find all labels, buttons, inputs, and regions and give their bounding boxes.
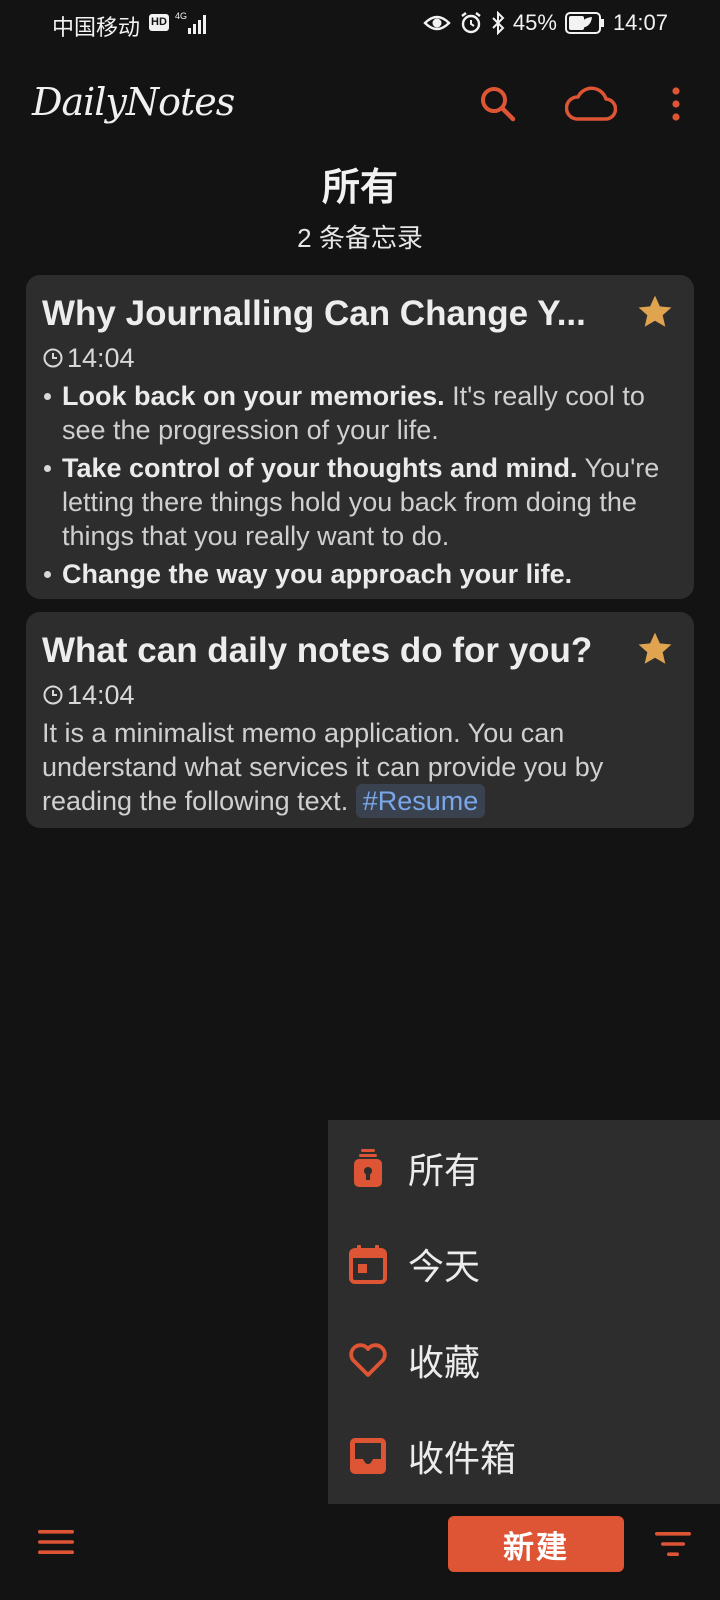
note-card[interactable]: Why Journalling Can Change Y... 14:04 Lo… [26, 275, 694, 599]
note-time: 14:04 [67, 680, 135, 710]
cloud-sync-button[interactable] [564, 80, 618, 128]
list-header: 所有 2 条备忘录 [0, 160, 720, 258]
lightbulb-icon [348, 1148, 388, 1188]
eye-icon [423, 13, 451, 33]
bluetooth-icon [491, 11, 505, 35]
hamburger-icon [38, 1530, 74, 1554]
status-bar: 中国移动 HD 4G 45% 14:07 [0, 0, 720, 48]
note-title: What can daily notes do for you? [42, 631, 593, 670]
menu-item-label: 收件箱 [408, 1438, 517, 1479]
new-note-button[interactable]: 新建 [448, 1516, 624, 1572]
list-item: Take control of your thoughts and mind. … [42, 451, 678, 553]
menu-item-all[interactable]: 所有 [328, 1120, 720, 1216]
note-body: It is a minimalist memo application. You… [42, 718, 604, 818]
tag-chip[interactable]: #Resume [355, 784, 486, 818]
menu-item-label: 收藏 [408, 1342, 481, 1383]
clock-time: 14:07 [612, 10, 668, 35]
battery-icon [564, 12, 605, 34]
filter-button[interactable] [654, 1530, 692, 1563]
page-title: 所有 [321, 167, 398, 209]
network-type: 4G [175, 11, 187, 21]
app-bar: DailyNotes [0, 70, 720, 140]
menu-item-inbox[interactable]: 收件箱 [328, 1408, 720, 1504]
cloud-icon [565, 86, 617, 121]
list-item: Change the way you approach your life. [42, 557, 678, 591]
alarm-icon [459, 11, 483, 35]
search-icon [481, 87, 516, 122]
menu-item-label: 所有 [408, 1150, 481, 1191]
heart-icon [348, 1340, 388, 1380]
note-bullets: Look back on your memories. It's really … [42, 379, 678, 591]
search-button[interactable] [474, 80, 522, 128]
signal-icon: 4G [175, 10, 215, 41]
clock-icon [43, 348, 63, 368]
menu-item-today[interactable]: 今天 [328, 1216, 720, 1312]
hamburger-menu-button[interactable] [36, 1528, 76, 1561]
note-time: 14:04 [67, 343, 135, 373]
battery-percent: 45% [512, 10, 557, 35]
hd-badge: HD [149, 14, 169, 31]
note-card[interactable]: What can daily notes do for you? 14:04 I… [26, 612, 694, 828]
more-options-button[interactable] [656, 80, 696, 128]
menu-item-favorites[interactable]: 收藏 [328, 1312, 720, 1408]
carrier-label: 中国移动 [52, 15, 141, 40]
star-icon[interactable] [636, 631, 674, 672]
calendar-icon [348, 1244, 388, 1284]
star-icon[interactable] [636, 294, 674, 335]
app-logo: DailyNotes [32, 80, 235, 124]
inbox-icon [348, 1436, 388, 1476]
more-vert-icon [672, 87, 680, 121]
clock-icon [43, 685, 63, 705]
filter-icon [655, 1532, 691, 1556]
list-item: Look back on your memories. It's really … [42, 379, 678, 447]
note-count: 2 条备忘录 [297, 223, 423, 253]
menu-item-label: 今天 [408, 1246, 481, 1287]
filter-menu: 所有 今天 收藏 收件箱 [328, 1120, 720, 1504]
note-title: Why Journalling Can Change Y... [42, 294, 586, 333]
